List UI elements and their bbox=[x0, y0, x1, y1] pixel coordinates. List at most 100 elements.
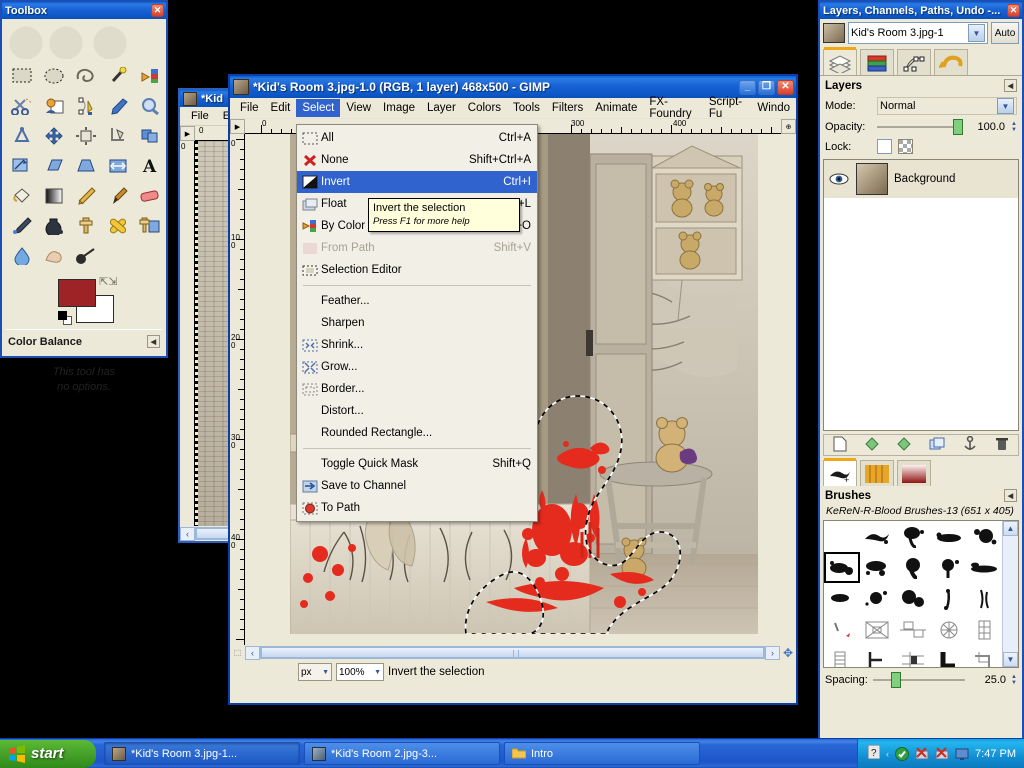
brush-cell[interactable] bbox=[860, 521, 896, 552]
menu-item-shrink[interactable]: Shrink... bbox=[297, 334, 537, 356]
maximize-icon[interactable]: ❐ bbox=[758, 79, 775, 95]
opacity-slider[interactable] bbox=[877, 119, 964, 135]
brush-cell[interactable] bbox=[895, 645, 931, 667]
eraser-tool[interactable] bbox=[134, 181, 166, 211]
tool-options-menu-icon[interactable]: ◀ bbox=[147, 335, 160, 348]
select-by-color-tool[interactable] bbox=[134, 61, 166, 91]
menu-item-border[interactable]: Border... bbox=[297, 378, 537, 400]
free-select-tool[interactable] bbox=[70, 61, 102, 91]
taskbar-kids-room-3[interactable]: *Kid's Room 3.jpg-1... bbox=[104, 742, 300, 765]
scissors-select-tool[interactable] bbox=[6, 91, 38, 121]
zoom-tool[interactable] bbox=[134, 91, 166, 121]
close-icon[interactable]: ✕ bbox=[777, 79, 794, 95]
channels-tab[interactable] bbox=[860, 49, 894, 75]
paths-tool[interactable] bbox=[70, 91, 102, 121]
brush-grid[interactable] bbox=[824, 521, 1002, 667]
menu-item-invert[interactable]: Invert Ctrl+I bbox=[297, 171, 537, 193]
menu-select[interactable]: Select bbox=[296, 99, 341, 117]
ruler-origin-button[interactable]: ▶ bbox=[230, 119, 245, 134]
canvas-hscrollbar[interactable] bbox=[260, 646, 765, 659]
scroll-down-button[interactable]: ▼ bbox=[1003, 652, 1018, 667]
undo-tab[interactable] bbox=[934, 49, 968, 75]
unit-select[interactable]: px ▼ bbox=[298, 663, 332, 681]
delete-layer-button[interactable] bbox=[995, 436, 1009, 454]
flip-tool[interactable] bbox=[102, 151, 134, 181]
fuzzy-select-tool[interactable] bbox=[102, 61, 134, 91]
brush-cell-selected[interactable] bbox=[824, 552, 860, 583]
smudge-tool[interactable] bbox=[38, 241, 70, 271]
brush-cell[interactable] bbox=[966, 583, 1002, 614]
ink-tool[interactable] bbox=[38, 211, 70, 241]
menu-item-distort[interactable]: Distort... bbox=[297, 400, 537, 422]
layers-menu-icon[interactable]: ◀ bbox=[1004, 79, 1017, 92]
taskbar-intro[interactable]: Intro bbox=[504, 742, 700, 765]
menu-item-selection-editor[interactable]: Selection Editor bbox=[297, 259, 537, 281]
select-menu-popup[interactable]: All Ctrl+A None Shift+Ctrl+A Invert Ctrl… bbox=[296, 124, 538, 522]
brush-cell[interactable] bbox=[860, 614, 896, 645]
toolbox-titlebar[interactable]: Toolbox ✕ bbox=[2, 2, 166, 19]
swap-colors-icon[interactable]: ⇱⇲ bbox=[99, 275, 117, 288]
brush-cell[interactable] bbox=[824, 521, 860, 552]
tray-network-error-icon-2[interactable] bbox=[935, 746, 949, 761]
ruler-origin-button[interactable]: ▶ bbox=[180, 126, 195, 141]
brush-cell[interactable] bbox=[824, 583, 860, 614]
eye-icon[interactable] bbox=[828, 173, 850, 185]
chevron-down-icon[interactable]: ▼ bbox=[968, 24, 985, 42]
lock-alpha-checkbox[interactable] bbox=[898, 139, 913, 154]
text-tool[interactable]: A bbox=[134, 151, 166, 181]
brush-cell[interactable] bbox=[931, 521, 967, 552]
chevron-down-icon[interactable]: ▼ bbox=[997, 98, 1014, 114]
brush-cell[interactable] bbox=[931, 614, 967, 645]
menu-item-save-to-channel[interactable]: Save to Channel bbox=[297, 475, 537, 497]
brush-cell[interactable] bbox=[931, 645, 967, 667]
menu-filters[interactable]: Filters bbox=[546, 99, 589, 117]
rotate-tool[interactable] bbox=[134, 121, 166, 151]
brush-cell[interactable] bbox=[824, 645, 860, 667]
blend-tool[interactable] bbox=[38, 181, 70, 211]
tray-help-icon[interactable]: ? bbox=[867, 744, 881, 762]
brush-cell[interactable] bbox=[860, 645, 896, 667]
menu-item-feather[interactable]: Feather... bbox=[297, 290, 537, 312]
brush-cell[interactable] bbox=[895, 583, 931, 614]
clone-tool[interactable] bbox=[70, 211, 102, 241]
brush-grid-scrollbar[interactable]: ▲ ▼ bbox=[1002, 521, 1018, 667]
menu-tools[interactable]: Tools bbox=[507, 99, 546, 117]
menu-colors[interactable]: Colors bbox=[462, 99, 507, 117]
layer-row-background[interactable]: Background bbox=[824, 160, 1018, 198]
brush-cell[interactable] bbox=[860, 583, 896, 614]
tray-shield-icon[interactable] bbox=[895, 746, 910, 761]
menu-item-all[interactable]: All Ctrl+A bbox=[297, 127, 537, 149]
brush-cell[interactable] bbox=[824, 614, 860, 645]
patterns-tab[interactable] bbox=[860, 460, 894, 486]
align-tool[interactable] bbox=[70, 121, 102, 151]
menu-item-to-path[interactable]: To Path bbox=[297, 497, 537, 519]
menu-image[interactable]: Image bbox=[377, 99, 421, 117]
rect-select-tool[interactable] bbox=[6, 61, 38, 91]
auto-button[interactable]: Auto bbox=[991, 22, 1019, 44]
perspective-tool[interactable] bbox=[70, 151, 102, 181]
brush-cell[interactable] bbox=[966, 552, 1002, 583]
perspective-clone-tool[interactable] bbox=[134, 211, 166, 241]
tray-expand-icon[interactable]: ‹ bbox=[886, 749, 889, 759]
close-icon[interactable]: ✕ bbox=[1007, 4, 1020, 17]
paintbrush-tool[interactable] bbox=[102, 181, 134, 211]
foreground-select-tool[interactable] bbox=[38, 91, 70, 121]
menu-file[interactable]: File bbox=[234, 99, 265, 117]
brush-cell[interactable] bbox=[860, 552, 896, 583]
layers-list[interactable]: Background bbox=[823, 159, 1019, 431]
lock-pixels-checkbox[interactable] bbox=[877, 139, 892, 154]
color-picker-tool[interactable] bbox=[102, 91, 134, 121]
start-button[interactable]: start bbox=[0, 739, 96, 768]
menu-windows[interactable]: Windo bbox=[751, 99, 796, 117]
menu-layer[interactable]: Layer bbox=[421, 99, 462, 117]
menu-item-sharpen[interactable]: Sharpen bbox=[297, 312, 537, 334]
tray-monitor-icon[interactable] bbox=[955, 747, 969, 761]
shear-tool[interactable] bbox=[38, 151, 70, 181]
bucket-fill-tool[interactable] bbox=[6, 181, 38, 211]
navigation-icon[interactable]: ✥ bbox=[780, 646, 796, 660]
lower-layer-button[interactable] bbox=[897, 436, 911, 454]
brush-cell[interactable] bbox=[895, 521, 931, 552]
menu-item-none[interactable]: None Shift+Ctrl+A bbox=[297, 149, 537, 171]
anchor-layer-button[interactable] bbox=[963, 435, 977, 454]
brush-cell[interactable] bbox=[966, 645, 1002, 667]
